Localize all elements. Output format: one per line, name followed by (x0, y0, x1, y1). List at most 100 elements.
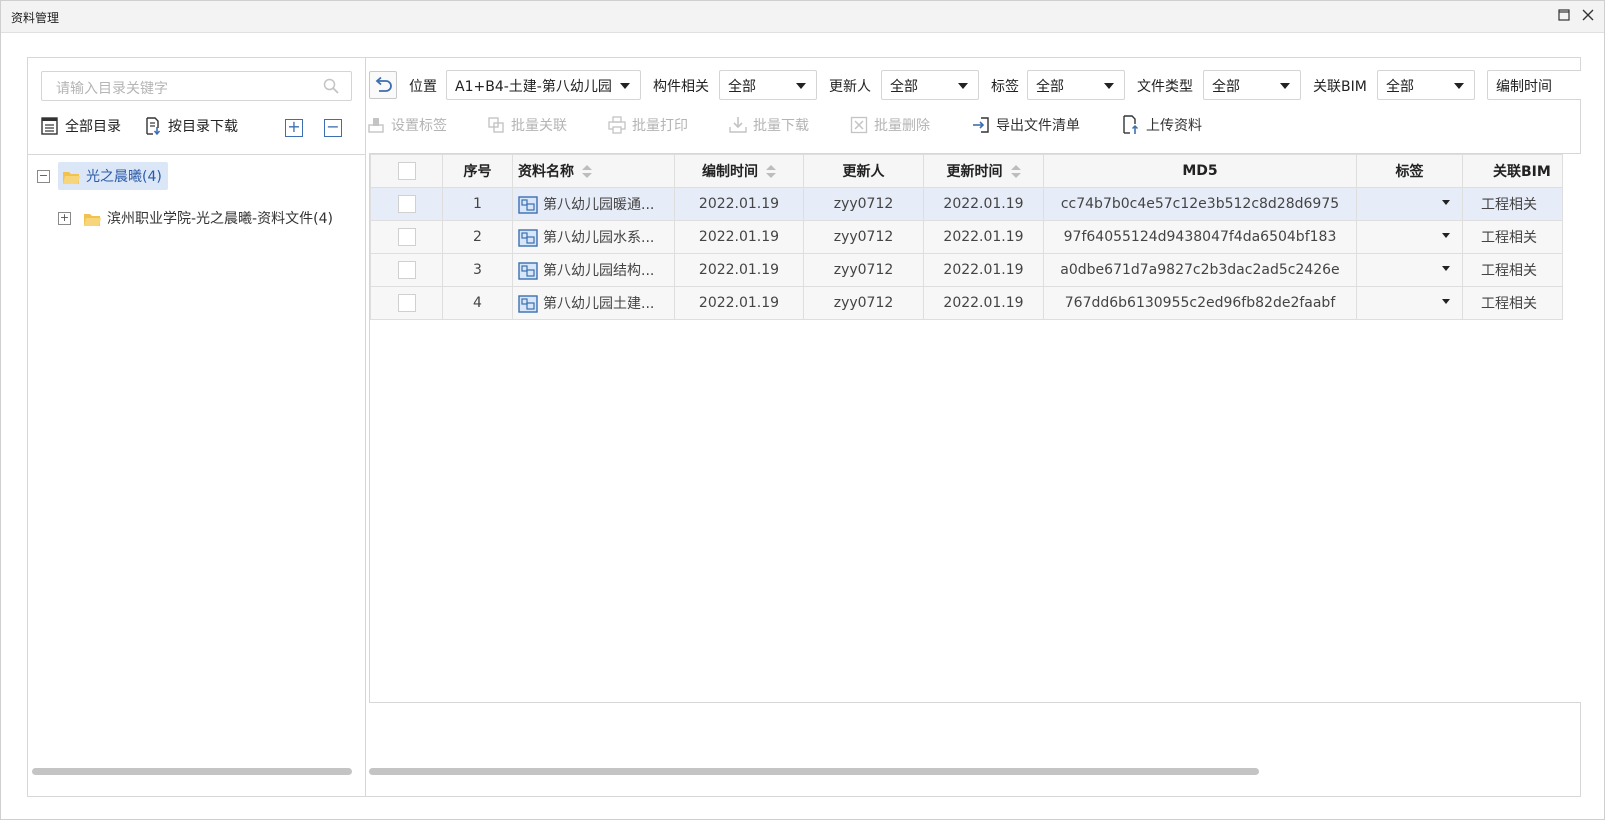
cell-edit-time: 2022.01.19 (674, 220, 804, 254)
caret-down-icon[interactable] (1442, 298, 1450, 304)
tree-node-root-label: 光之晨曦(4) (58, 162, 168, 190)
bim-select[interactable]: 全部 (1377, 70, 1475, 100)
title-bar: 资料管理 (1, 1, 1604, 33)
plus-icon: + (287, 117, 301, 136)
folder-open-icon (84, 213, 101, 226)
batch-link-label: 批量关联 (511, 118, 567, 134)
row-checkbox[interactable] (397, 228, 416, 246)
cell-updater: zyy0712 (803, 286, 924, 320)
updater-select[interactable]: 全部 (881, 70, 979, 100)
sort-icon[interactable] (1010, 165, 1021, 179)
row-checkbox[interactable] (397, 261, 416, 279)
cell-tag[interactable] (1356, 253, 1463, 287)
chevron-down-icon (1280, 83, 1290, 89)
catalog-panel: 请输入目录关键字 全部目录 按目录下载 + − − 光之晨曦(4) + 滨州职业… (28, 58, 366, 796)
chevron-down-icon (796, 83, 806, 89)
tree-node-root[interactable]: − 光之晨曦(4) (37, 162, 168, 190)
caret-down-icon[interactable] (1442, 265, 1450, 271)
tag-icon (368, 118, 384, 133)
set-tag-label: 设置标签 (391, 118, 447, 134)
cell-bim: 工程相关 (1462, 220, 1563, 254)
select-all-checkbox[interactable] (397, 162, 416, 180)
download-by-catalog-button[interactable]: 按目录下载 (145, 116, 238, 136)
download-by-catalog-label: 按目录下载 (168, 119, 238, 135)
cell-name-text: 第八幼儿园暖通... (543, 197, 655, 213)
table-row[interactable]: 1 第八幼儿园暖通... 2022.01.19 zyy0712 2022.01.… (370, 187, 1563, 221)
collapse-all-button[interactable]: − (324, 119, 342, 137)
row-checkbox[interactable] (397, 294, 416, 312)
edit-time-filter[interactable]: 编制时间 (1487, 70, 1581, 100)
header-update-time[interactable]: 更新时间 (923, 154, 1044, 188)
cell-bim: 工程相关 (1462, 286, 1563, 320)
header-edit-time[interactable]: 编制时间 (674, 154, 804, 188)
batch-download-label: 批量下载 (753, 118, 809, 134)
cell-update-time: 2022.01.19 (923, 187, 1044, 221)
cell-name[interactable]: 第八幼儿园水系... (512, 220, 675, 254)
all-catalog-button[interactable]: 全部目录 (41, 116, 121, 136)
batch-link-button[interactable]: 批量关联 (487, 115, 567, 135)
header-name-label: 资料名称 (518, 164, 574, 180)
batch-delete-button[interactable]: 批量删除 (850, 115, 930, 135)
cell-tag[interactable] (1356, 286, 1463, 320)
set-tag-button[interactable]: 设置标签 (367, 115, 447, 135)
search-input[interactable]: 请输入目录关键字 (41, 71, 352, 101)
right-horizontal-scrollbar[interactable] (369, 768, 1259, 775)
batch-download-button[interactable]: 批量下载 (729, 115, 809, 135)
drawing-file-icon (518, 262, 538, 280)
minus-icon: − (326, 117, 340, 136)
chevron-down-icon (620, 83, 630, 89)
cell-index: 4 (442, 286, 513, 320)
cell-update-time: 2022.01.19 (923, 286, 1044, 320)
table-row[interactable]: 2 第八幼儿园水系... 2022.01.19 zyy0712 2022.01.… (370, 220, 1563, 254)
component-select[interactable]: 全部 (719, 70, 817, 100)
caret-down-icon[interactable] (1442, 199, 1450, 205)
sort-icon[interactable] (766, 165, 776, 179)
upload-button[interactable]: 上传资料 (1122, 115, 1202, 135)
cell-name[interactable]: 第八幼儿园结构... (512, 253, 675, 287)
location-value: A1+B4-土建-第八幼儿园 (455, 79, 612, 95)
cell-tag[interactable] (1356, 187, 1463, 221)
file-table: 序号 资料名称 编制时间 更新人 更新时间 MD5 标签 关联BIM 1 第八幼… (370, 154, 1563, 320)
batch-delete-label: 批量删除 (874, 118, 930, 134)
download-icon (729, 117, 747, 133)
sort-icon[interactable] (582, 165, 592, 179)
table-row[interactable]: 4 第八幼儿园土建... 2022.01.19 zyy0712 2022.01.… (370, 286, 1563, 320)
search-icon[interactable] (323, 78, 339, 98)
cell-name[interactable]: 第八幼儿园土建... (512, 286, 675, 320)
tag-select[interactable]: 全部 (1027, 70, 1125, 100)
cell-tag[interactable] (1356, 220, 1463, 254)
cell-edit-time: 2022.01.19 (674, 253, 804, 287)
export-list-button[interactable]: 导出文件清单 (972, 115, 1080, 135)
cell-index: 3 (442, 253, 513, 287)
caret-down-icon[interactable] (1442, 232, 1450, 238)
all-catalog-label: 全部目录 (65, 119, 121, 135)
row-checkbox[interactable] (397, 195, 416, 213)
folder-open-icon (63, 171, 80, 184)
cell-name[interactable]: 第八幼儿园暖通... (512, 187, 675, 221)
row-select-cell (370, 286, 443, 320)
cell-updater: zyy0712 (803, 253, 924, 287)
left-horizontal-scrollbar[interactable] (32, 768, 352, 775)
filetype-select[interactable]: 全部 (1203, 70, 1301, 100)
file-panel: 位置 A1+B4-土建-第八幼儿园 构件相关 全部 更新人 全部 标签 全部 文… (367, 58, 1581, 796)
catalog-toolbar: 全部目录 按目录下载 + − (41, 116, 359, 140)
location-select[interactable]: A1+B4-土建-第八幼儿园 (446, 70, 641, 100)
tree-node-child[interactable]: + 滨州职业学院-光之晨曦-资料文件(4) (58, 208, 333, 228)
close-icon[interactable] (1580, 9, 1596, 25)
collapse-toggle-icon[interactable]: − (37, 169, 50, 183)
maximize-icon[interactable] (1556, 9, 1572, 25)
upload-label: 上传资料 (1146, 118, 1202, 134)
drawing-file-icon (518, 295, 538, 313)
cell-bim: 工程相关 (1462, 187, 1563, 221)
expand-all-button[interactable]: + (285, 119, 303, 137)
header-tag: 标签 (1356, 154, 1463, 188)
batch-print-button[interactable]: 批量打印 (608, 115, 688, 135)
back-button[interactable] (369, 71, 397, 99)
header-name[interactable]: 资料名称 (512, 154, 675, 188)
chevron-down-icon (958, 83, 968, 89)
search-placeholder: 请输入目录关键字 (56, 81, 168, 97)
divider (28, 154, 366, 155)
export-icon (973, 117, 989, 133)
expand-toggle-icon[interactable]: + (58, 211, 71, 225)
table-row[interactable]: 3 第八幼儿园结构... 2022.01.19 zyy0712 2022.01.… (370, 253, 1563, 287)
